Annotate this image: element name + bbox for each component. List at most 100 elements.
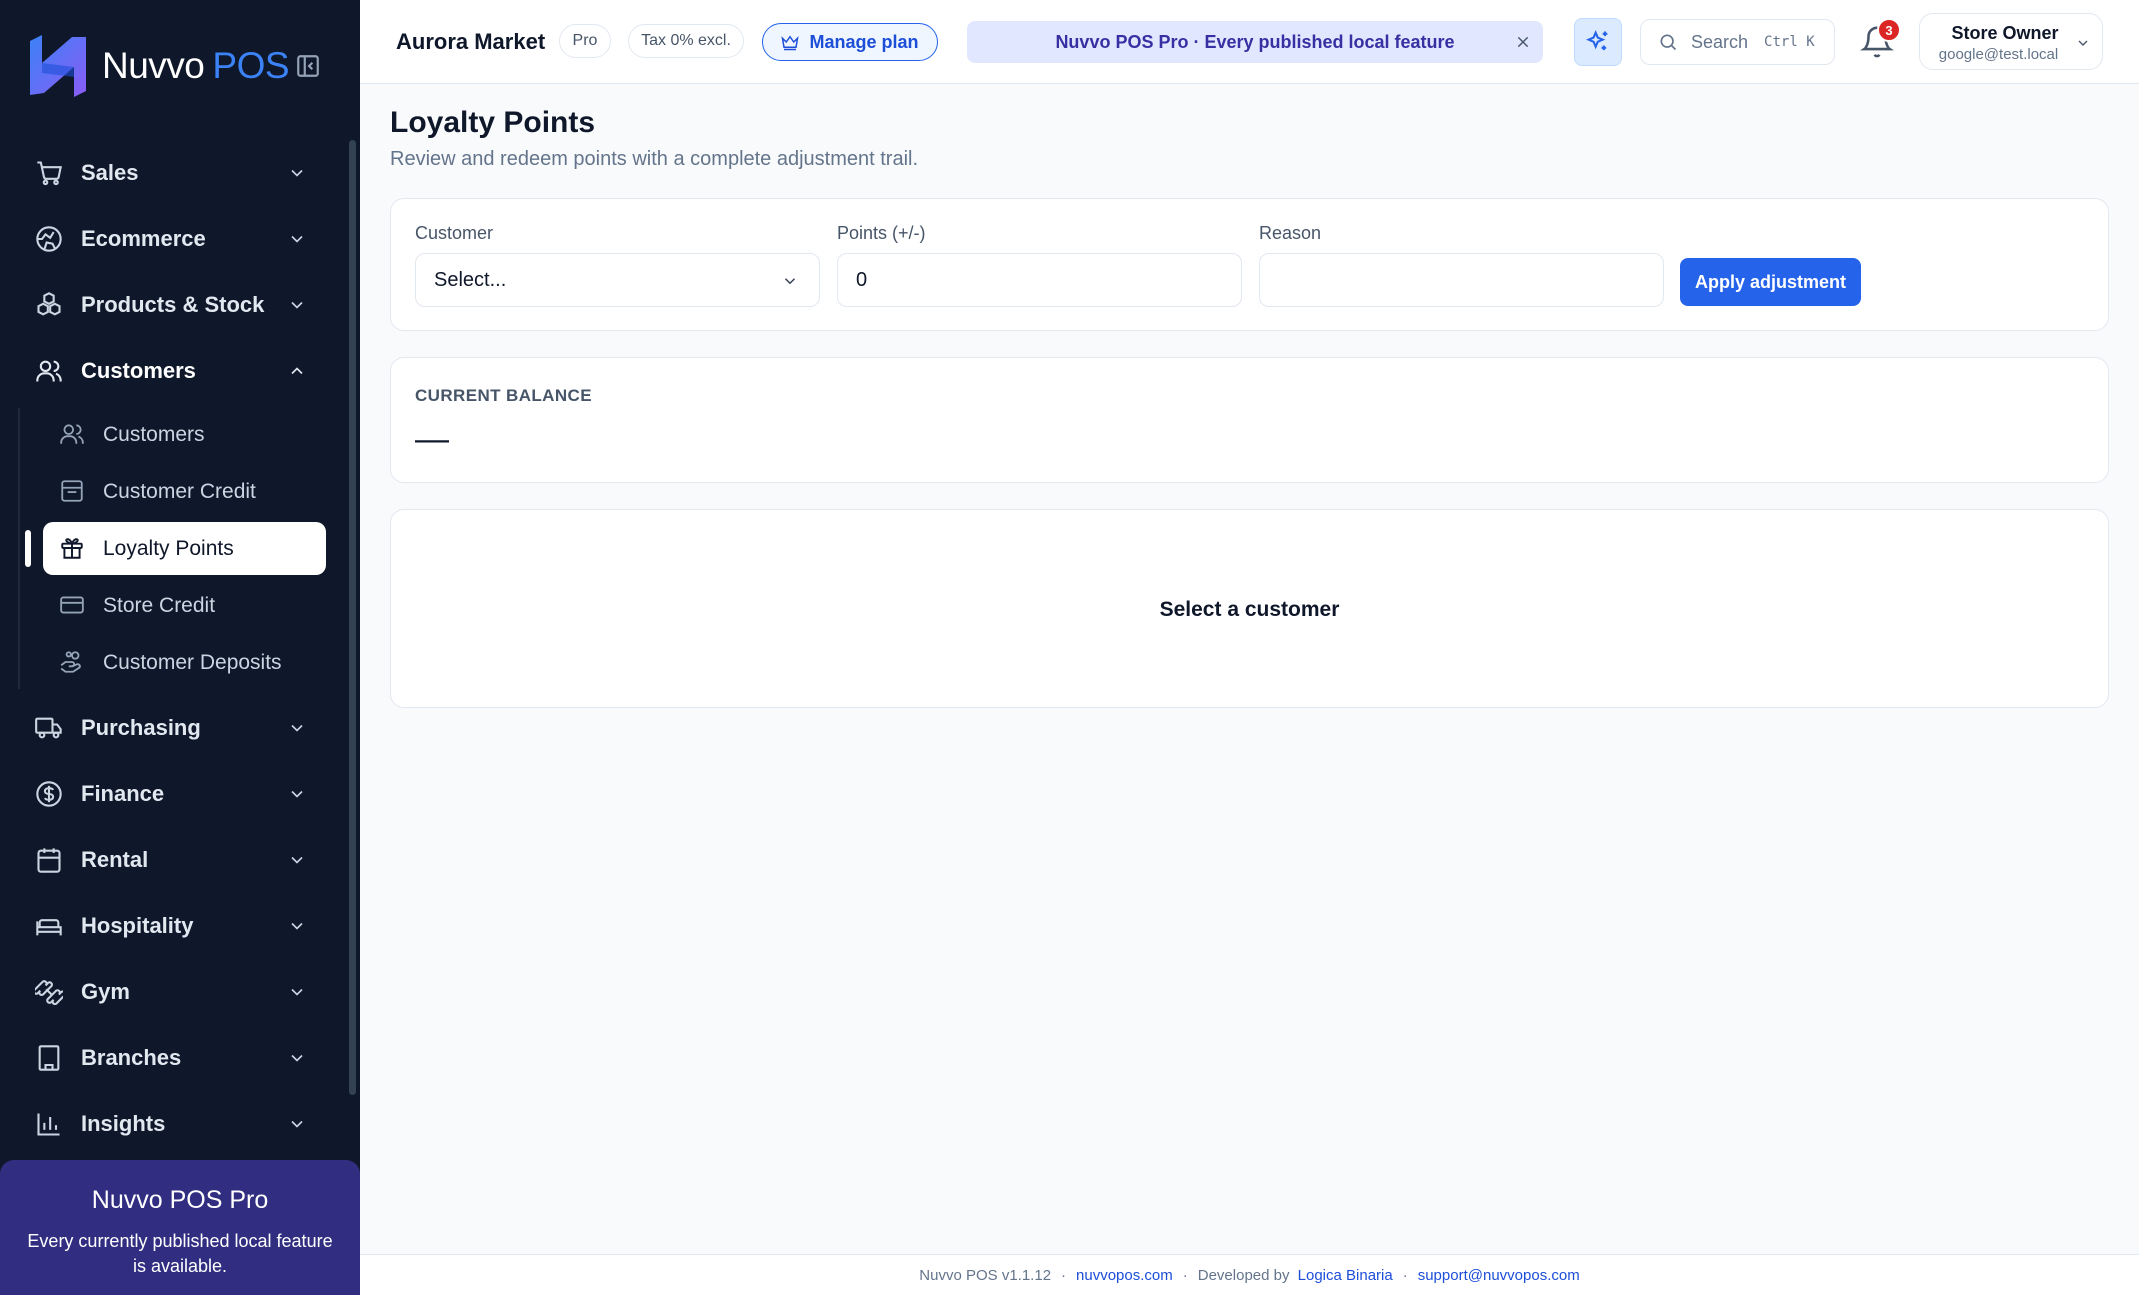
chevron-up-icon [291, 367, 303, 375]
reason-input[interactable] [1259, 253, 1664, 307]
sidebar-subitem-label: Customer Deposits [103, 650, 282, 674]
credit-card-icon [59, 592, 85, 618]
users-icon [59, 421, 85, 447]
plan-badge: Pro [559, 24, 611, 58]
sidebar-subitem-customers[interactable]: Customers [43, 408, 326, 461]
footer-support-link[interactable]: support@nuvvopos.com [1418, 1267, 1580, 1284]
sidebar-item-hospitality[interactable]: Hospitality [0, 893, 350, 959]
promo-text: Every currently published local feature … [27, 1231, 333, 1276]
footer-developer-link[interactable]: Logica Binaria [1298, 1267, 1393, 1284]
points-input[interactable]: 0 [837, 253, 1242, 307]
search-shortcut: Ctrl K [1764, 34, 1815, 50]
chevron-down-icon [291, 790, 303, 798]
chevron-down-icon [291, 724, 303, 732]
sidebar-item-branches[interactable]: Branches [0, 1025, 350, 1091]
sidebar-item-insights[interactable]: Insights [0, 1091, 350, 1157]
brand[interactable]: Nuvvo POS [26, 32, 336, 100]
building-icon [35, 1044, 63, 1072]
sidebar-subitem-store-credit[interactable]: Store Credit [43, 579, 326, 632]
footer-developer: Developed by Logica Binaria [1198, 1267, 1393, 1284]
chevron-down-icon [291, 922, 303, 930]
calendar-icon [35, 846, 63, 874]
ai-assistant-button[interactable] [1574, 18, 1622, 66]
dollar-circle-icon [35, 780, 63, 808]
sidebar-item-label: Customers [81, 358, 196, 383]
chevron-down-icon [291, 235, 303, 243]
customers-submenu: Customers Customer Credit Loyalty Points [0, 408, 350, 689]
sidebar-item-label: Hospitality [81, 913, 194, 938]
store-name[interactable]: Aurora Market [396, 29, 545, 55]
balance-value: — [415, 420, 449, 458]
sidebar-item-ecommerce[interactable]: Ecommerce [0, 206, 350, 272]
reason-label: Reason [1259, 223, 1322, 243]
sidebar-item-label: Insights [81, 1111, 166, 1136]
chevron-down-icon [291, 169, 303, 177]
sidebar-subitem-customer-credit[interactable]: Customer Credit [43, 465, 326, 518]
sidebar-item-label: Purchasing [81, 715, 201, 740]
sidebar-item-rental[interactable]: Rental [0, 827, 350, 893]
banner-text: Nuvvo POS Pro · Every published local fe… [1055, 31, 1455, 52]
sidebar-item-label: Rental [81, 847, 149, 872]
sidebar-subitem-label: Store Credit [103, 593, 216, 617]
chevron-down-icon [291, 301, 303, 309]
sidebar-item-label: Gym [81, 979, 130, 1004]
sidebar-subitem-label: Customers [103, 422, 205, 446]
chevron-down-icon [2078, 40, 2088, 46]
user-name: Store Owner [1951, 23, 2059, 43]
cart-icon [35, 159, 63, 187]
sidebar-subitem-loyalty-points[interactable]: Loyalty Points [25, 522, 326, 575]
nuvvo-logo-icon [30, 35, 86, 97]
footer-developed-by: Developed by [1197, 1266, 1290, 1284]
sidebar-item-products-stock[interactable]: Products & Stock [0, 272, 350, 338]
sidebar-item-customers[interactable]: Customers [0, 338, 350, 404]
sidebar-item-label: Sales [81, 160, 139, 185]
close-icon[interactable] [1515, 34, 1531, 50]
footer-separator: · [1182, 1266, 1188, 1284]
adjustment-form: Customer Select... Points (+/-) 0 Reason… [390, 198, 2109, 331]
page-title: Loyalty Points [390, 106, 596, 139]
hand-coins-icon [59, 649, 85, 675]
sidebar-item-purchasing[interactable]: Purchasing [0, 695, 350, 761]
sidebar-item-label: Ecommerce [81, 226, 206, 251]
sidebar-item-finance[interactable]: Finance [0, 761, 350, 827]
brand-suffix: POS [212, 45, 290, 86]
dumbbell-icon [35, 978, 63, 1006]
empty-state-message: Select a customer [1159, 598, 1340, 621]
customer-select[interactable]: Select... [415, 253, 820, 307]
brand-name: Nuvvo [102, 45, 205, 86]
sidebar-subitem-customer-deposits[interactable]: Customer Deposits [43, 636, 326, 689]
gift-icon [59, 535, 85, 561]
active-indicator [25, 530, 31, 567]
footer-separator: · [1402, 1266, 1408, 1284]
truck-icon [35, 714, 63, 742]
user-menu[interactable]: Store Owner google@test.local [1919, 13, 2103, 70]
sidebar-item-gym[interactable]: Gym [0, 959, 350, 1025]
customer-label: Customer [415, 223, 494, 243]
bed-icon [35, 912, 63, 940]
history-card: Select a customer [390, 509, 2109, 708]
sidebar-item-sales[interactable]: Sales [0, 140, 350, 206]
search-placeholder: Search [1691, 31, 1749, 52]
sidebar: Nuvvo POS Sales Ecommerce Products & Sto… [0, 0, 360, 1295]
search-icon [1658, 32, 1678, 52]
crown-icon [781, 33, 800, 51]
sidebar-nav: Sales Ecommerce Products & Stock Custome… [0, 140, 350, 1157]
footer-site-link[interactable]: nuvvopos.com [1076, 1267, 1173, 1284]
users-icon [35, 357, 63, 385]
search-input[interactable]: Search Ctrl K [1640, 19, 1835, 65]
sidebar-subitem-label: Loyalty Points [103, 536, 234, 560]
manage-plan-button[interactable]: Manage plan [762, 23, 938, 61]
receipt-icon [59, 478, 85, 504]
page-subtitle: Review and redeem points with a complete… [390, 148, 919, 170]
top-bar: Aurora Market Pro Tax 0% excl. Manage pl… [360, 0, 2139, 84]
globe-icon [35, 225, 63, 253]
user-email: google@test.local [1938, 46, 2059, 63]
collapse-sidebar-icon[interactable] [295, 53, 321, 79]
sidebar-scrollbar[interactable] [349, 140, 356, 1095]
footer-version: Nuvvo POS v1.1.12 [919, 1266, 1052, 1284]
chevron-down-icon [291, 988, 303, 996]
customer-select-value: Select... [434, 268, 507, 291]
apply-adjustment-button[interactable]: Apply adjustment [1680, 258, 1861, 306]
sidebar-item-label: Products & Stock [81, 292, 265, 317]
tax-badge: Tax 0% excl. [628, 24, 744, 58]
